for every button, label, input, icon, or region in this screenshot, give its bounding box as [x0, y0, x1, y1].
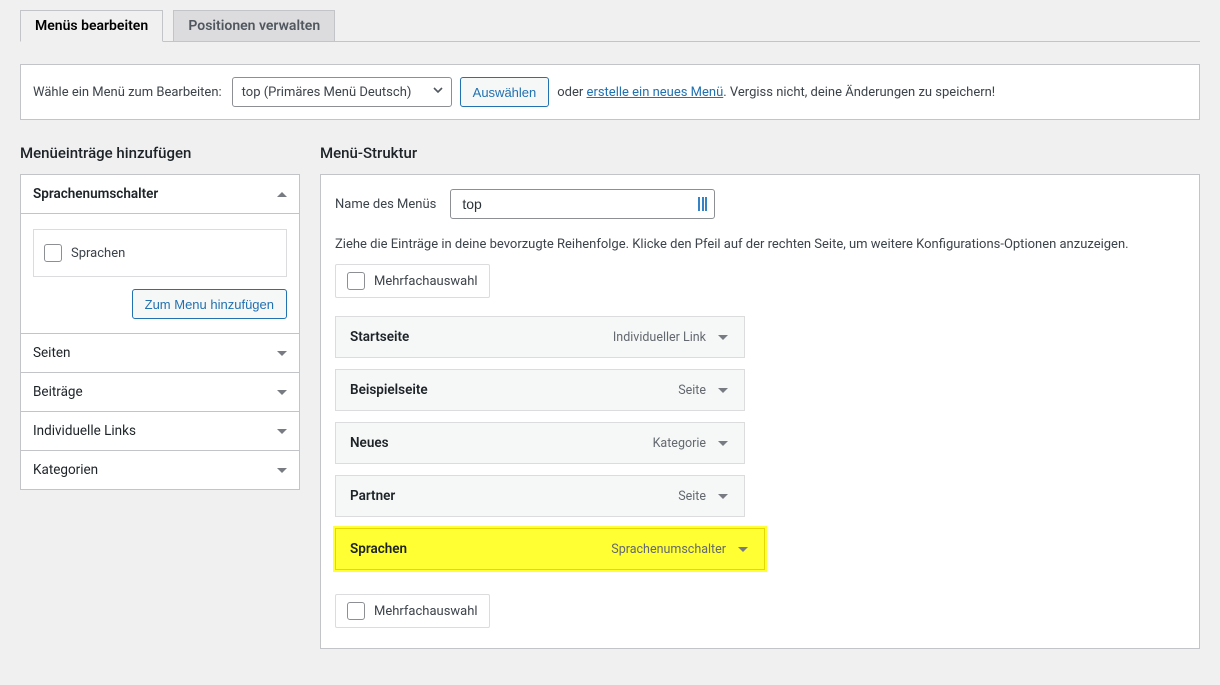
menu-name-input[interactable]	[460, 195, 694, 213]
menu-item-type: Seite	[678, 489, 734, 504]
manage-menus-bar: Wähle ein Menü zum Bearbeiten: top (Prim…	[20, 64, 1200, 120]
menu-structure-heading: Menü-Struktur	[320, 144, 1200, 162]
bulk-select-top: Mehrfachauswahl	[335, 264, 490, 298]
menu-item-type: Seite	[678, 383, 734, 398]
menu-name-input-wrap	[450, 189, 715, 219]
menu-item-title: Sprachen	[350, 541, 407, 557]
acc-head-posts[interactable]: Beiträge	[21, 373, 299, 411]
menu-item[interactable]: Startseite Individueller Link	[335, 316, 745, 358]
instructions-text: Ziehe die Einträge in deine bevorzugte R…	[335, 237, 1185, 252]
menu-item[interactable]: Neues Kategorie	[335, 422, 745, 464]
select-menu-label: Wähle ein Menü zum Bearbeiten:	[33, 85, 222, 100]
acc-title: Beiträge	[33, 384, 83, 400]
tab-edit-menus[interactable]: Menüs bearbeiten	[20, 10, 163, 42]
bulk-select-checkbox[interactable]	[347, 272, 365, 290]
expand-item-icon[interactable]	[712, 438, 734, 449]
add-items-accordion: Sprachenumschalter Sprachen Zum Menu hin…	[20, 174, 300, 490]
add-items-heading: Menüeinträge hinzufügen	[20, 144, 300, 162]
bulk-select-bottom: Mehrfachauswahl	[335, 594, 490, 628]
menu-name-label: Name des Menüs	[335, 197, 436, 212]
languages-checkbox-label: Sprachen	[71, 246, 125, 261]
acc-head-language-switcher[interactable]: Sprachenumschalter	[21, 175, 299, 213]
chevron-down-icon	[277, 429, 287, 434]
acc-title: Kategorien	[33, 462, 98, 478]
expand-item-icon[interactable]	[712, 332, 734, 343]
expand-item-icon[interactable]	[712, 385, 734, 396]
acc-head-categories[interactable]: Kategorien	[21, 451, 299, 489]
bulk-select-label: Mehrfachauswahl	[374, 274, 478, 289]
chevron-down-icon	[277, 390, 287, 395]
chevron-down-icon	[432, 84, 444, 100]
grip-icon	[694, 197, 707, 211]
chevron-up-icon	[277, 192, 287, 197]
acc-title: Seiten	[33, 345, 71, 361]
menu-item-type: Kategorie	[653, 436, 734, 451]
nav-tab-wrapper: Menüs bearbeiten Positionen verwalten	[20, 0, 1200, 42]
menu-items-list: Startseite Individueller Link Beispielseit…	[335, 316, 745, 570]
language-switcher-option-row: Sprachen	[33, 229, 287, 277]
menu-structure-frame: Name des Menüs Ziehe die Einträge in dei…	[320, 174, 1200, 649]
bulk-select-label: Mehrfachauswahl	[374, 604, 478, 619]
menu-item-type: Individueller Link	[613, 330, 734, 345]
acc-title: Sprachenumschalter	[33, 186, 158, 202]
add-to-menu-button[interactable]: Zum Menu hinzufügen	[132, 289, 287, 319]
chevron-down-icon	[277, 468, 287, 473]
acc-title: Individuelle Links	[33, 423, 136, 439]
menu-item-title: Startseite	[350, 329, 409, 345]
menu-item-type: Sprachenumschalter	[611, 542, 754, 557]
create-new-menu-link[interactable]: erstelle ein neues Menü	[587, 85, 724, 100]
acc-head-custom-links[interactable]: Individuelle Links	[21, 412, 299, 450]
menu-item[interactable]: Beispielseite Seite	[335, 369, 745, 411]
menu-item-title: Beispielseite	[350, 382, 428, 398]
menu-item[interactable]: Sprachen Sprachenumschalter	[335, 528, 765, 570]
expand-item-icon[interactable]	[712, 491, 734, 502]
menu-item-title: Partner	[350, 488, 395, 504]
tab-manage-positions[interactable]: Positionen verwalten	[173, 10, 335, 41]
bulk-select-checkbox[interactable]	[347, 602, 365, 620]
menu-select-value: top (Primäres Menü Deutsch)	[242, 85, 412, 100]
menu-select[interactable]: top (Primäres Menü Deutsch)	[232, 77, 452, 107]
select-button[interactable]: Auswählen	[460, 77, 550, 107]
or-text: oder erstelle ein neues Menü. Vergiss ni…	[557, 85, 995, 100]
chevron-down-icon	[277, 351, 287, 356]
expand-item-icon[interactable]	[732, 544, 754, 555]
languages-checkbox[interactable]	[44, 244, 62, 262]
menu-item-title: Neues	[350, 435, 389, 451]
menu-item[interactable]: Partner Seite	[335, 475, 745, 517]
acc-head-pages[interactable]: Seiten	[21, 334, 299, 372]
